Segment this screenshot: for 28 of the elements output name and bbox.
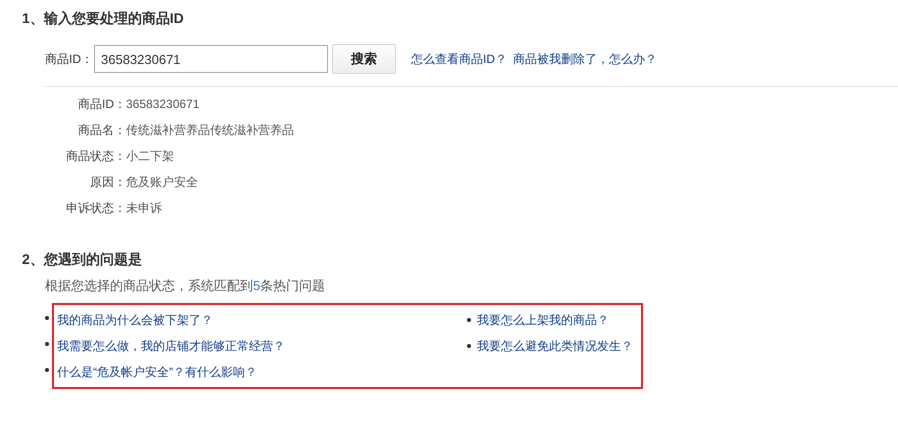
- detail-value: 危及账户安全: [126, 174, 199, 191]
- section-title: 2、您遇到的问题是: [22, 250, 143, 269]
- help-link[interactable]: 商品被我删除了，怎么办？: [513, 50, 657, 68]
- bullet-icon: [45, 342, 49, 346]
- question-link[interactable]: 我需要怎么做，我的店铺才能够正常经营？: [57, 338, 285, 354]
- bullet-icon: [467, 344, 471, 348]
- detail-value: 小二下架: [126, 148, 175, 165]
- detail-value: 36583230671: [126, 96, 200, 113]
- question-link[interactable]: 什么是“危及帐户安全”？有什么影响？: [57, 364, 257, 380]
- detail-label: 商品ID：: [77, 96, 126, 113]
- section-title: 1、输入您要处理的商品ID: [22, 9, 185, 28]
- detail-label: 原因：: [89, 174, 126, 191]
- detail-label: 申诉状态：: [65, 200, 126, 217]
- question-link[interactable]: 我的商品为什么会被下架了？: [57, 312, 213, 328]
- search-button[interactable]: 搜索: [332, 44, 396, 74]
- detail-value: 传统滋补营养品传统滋补营养品: [126, 122, 294, 139]
- question-link[interactable]: 我要怎么上架我的商品？: [477, 312, 609, 328]
- product-id-field[interactable]: 36583230671: [94, 45, 328, 73]
- detail-label: 商品名：: [77, 122, 126, 139]
- question-link[interactable]: 我要怎么避免此类情况发生？: [477, 338, 633, 354]
- bullet-icon: [467, 318, 471, 322]
- help-link[interactable]: 怎么查看商品ID？: [411, 50, 507, 68]
- summary-text: 根据您选择的商品状态，系统匹配到5条热门问题: [45, 277, 326, 295]
- detail-label: 商品状态：: [65, 148, 126, 165]
- detail-value: 未申诉: [126, 200, 163, 217]
- field-label: 商品ID：: [45, 50, 93, 68]
- bullet-icon: [45, 368, 49, 372]
- bullet-icon: [45, 316, 49, 320]
